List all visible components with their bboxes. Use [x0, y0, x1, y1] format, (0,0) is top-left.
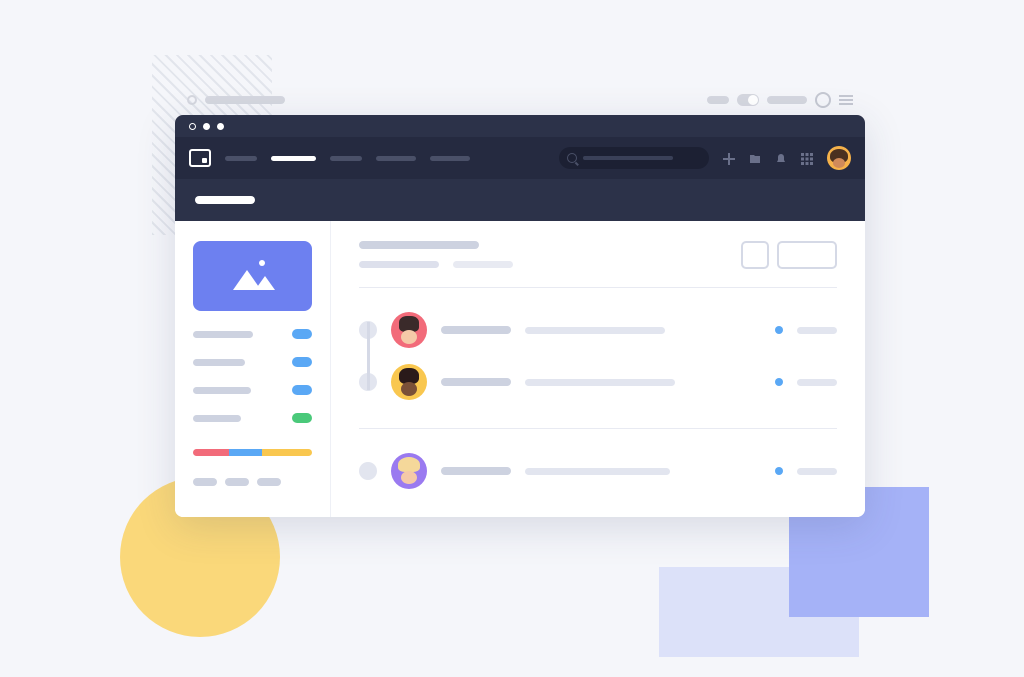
browser-toggle[interactable]	[737, 94, 759, 106]
nav-item-5[interactable]	[430, 156, 470, 161]
search-placeholder	[583, 156, 673, 160]
image-card[interactable]	[193, 241, 312, 311]
plus-icon[interactable]	[723, 152, 735, 164]
progress-segment-red	[193, 449, 229, 456]
connected-list-group	[359, 304, 837, 408]
grid-icon[interactable]	[801, 152, 813, 164]
action-row	[741, 241, 837, 269]
chip[interactable]	[193, 478, 217, 486]
search-icon[interactable]	[815, 92, 831, 108]
status-dot-icon	[775, 467, 783, 475]
window-titlebar	[175, 115, 865, 137]
row-name	[441, 326, 511, 334]
sidebar-item-4[interactable]	[193, 413, 312, 423]
list-row[interactable]	[359, 356, 837, 408]
top-navigation	[175, 137, 865, 179]
app-logo-icon[interactable]	[189, 149, 211, 167]
progress-segment-blue	[229, 449, 262, 456]
connector-line	[367, 322, 370, 390]
user-avatar[interactable]	[827, 146, 851, 170]
chip-row	[193, 478, 312, 486]
window-maximize-button[interactable]	[217, 123, 224, 130]
browser-dot-icon	[187, 95, 197, 105]
row-avatar[interactable]	[391, 312, 427, 348]
sidebar-item-label	[193, 331, 253, 338]
search-input[interactable]	[559, 147, 709, 169]
chip[interactable]	[257, 478, 281, 486]
list-row[interactable]	[359, 445, 837, 497]
image-placeholder-icon	[233, 262, 273, 290]
main-header	[359, 241, 837, 269]
folder-icon[interactable]	[749, 152, 761, 164]
sidebar-item-1[interactable]	[193, 329, 312, 339]
nav-item-1[interactable]	[225, 156, 257, 161]
bell-icon[interactable]	[775, 152, 787, 164]
row-avatar[interactable]	[391, 453, 427, 489]
sidebar-item-3[interactable]	[193, 385, 312, 395]
main-subtitle-2	[453, 261, 513, 268]
main-title	[359, 241, 479, 249]
sidebar-badge	[292, 329, 312, 339]
browser-url-text	[205, 96, 285, 104]
browser-text	[767, 96, 807, 104]
sub-header	[175, 179, 865, 221]
sidebar-item-label	[193, 387, 251, 394]
row-desc	[525, 379, 675, 386]
row-desc	[525, 327, 665, 334]
browser-tab-text	[707, 96, 729, 104]
content-area	[175, 221, 865, 517]
nav-item-4[interactable]	[376, 156, 416, 161]
row-avatar[interactable]	[391, 364, 427, 400]
window-minimize-button[interactable]	[203, 123, 210, 130]
progress-segment-yellow	[262, 449, 312, 456]
status-dot-icon	[775, 378, 783, 386]
page-title	[195, 196, 255, 204]
sidebar-badge	[292, 413, 312, 423]
row-desc	[525, 468, 670, 475]
row-name	[441, 467, 511, 475]
view-button-small[interactable]	[741, 241, 769, 269]
window-close-button[interactable]	[189, 123, 196, 130]
row-name	[441, 378, 511, 386]
progress-bar	[193, 449, 312, 456]
row-marker-icon	[359, 462, 377, 480]
menu-icon[interactable]	[839, 95, 853, 105]
main-panel	[330, 221, 865, 517]
row-status	[797, 468, 837, 475]
sidebar-item-label	[193, 415, 241, 422]
status-dot-icon	[775, 326, 783, 334]
list-row[interactable]	[359, 304, 837, 356]
nav-item-2[interactable]	[271, 156, 316, 161]
action-button[interactable]	[777, 241, 837, 269]
sidebar-badge	[292, 385, 312, 395]
row-status	[797, 327, 837, 334]
row-status	[797, 379, 837, 386]
sidebar-item-2[interactable]	[193, 357, 312, 367]
app-window	[175, 115, 865, 517]
search-icon	[567, 153, 577, 163]
sidebar-badge	[292, 357, 312, 367]
nav-item-3[interactable]	[330, 156, 362, 161]
browser-chrome	[175, 85, 865, 115]
sidebar-item-label	[193, 359, 245, 366]
divider	[359, 428, 837, 429]
chip[interactable]	[225, 478, 249, 486]
divider	[359, 287, 837, 288]
sidebar	[175, 221, 330, 517]
main-subtitle-1	[359, 261, 439, 268]
